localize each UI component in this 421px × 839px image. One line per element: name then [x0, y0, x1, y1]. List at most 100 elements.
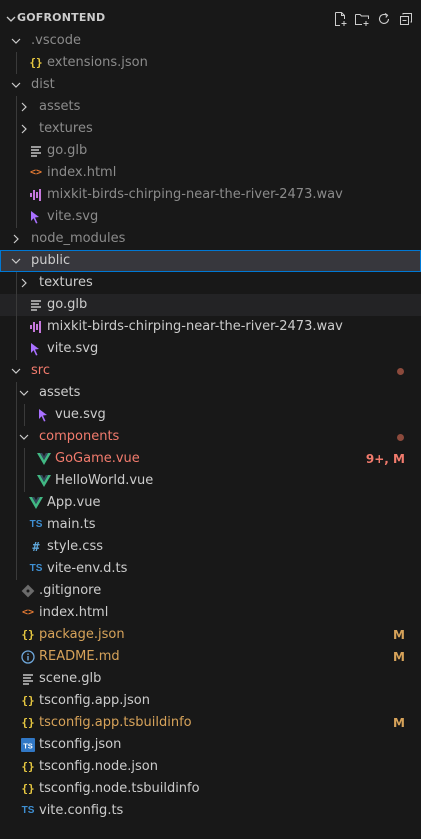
file-extensions-json[interactable]: {} extensions.json [0, 52, 421, 74]
indent-guide [16, 184, 17, 206]
indent-guide [16, 448, 17, 470]
indent-guide [16, 294, 17, 316]
explorer-actions [331, 10, 415, 28]
folder-node-modules[interactable]: node_modules [0, 228, 421, 250]
tree-item-label: textures [39, 275, 93, 290]
tree-item-label: GoGame.vue [55, 451, 140, 466]
generic-file-icon [20, 671, 36, 687]
collapse-all-icon[interactable] [397, 10, 415, 28]
file-readme-md[interactable]: README.md M [0, 646, 421, 668]
refresh-icon[interactable] [375, 10, 393, 28]
file-tsconfig-app-tsbuildinfo[interactable]: {} tsconfig.app.tsbuildinfo M [0, 712, 421, 734]
file-tsconfig-node-tsbuildinfo[interactable]: {} tsconfig.node.tsbuildinfo [0, 778, 421, 800]
file-helloworld-vue[interactable]: HelloWorld.vue [0, 470, 421, 492]
tree-item-label: go.glb [47, 297, 88, 312]
indent-guide [16, 206, 17, 228]
indent-guide [24, 404, 25, 426]
file-vite-config-ts[interactable]: TS vite.config.ts [0, 800, 421, 822]
git-status-badge: 9+, M [365, 452, 405, 466]
folder-src[interactable]: src [0, 360, 421, 382]
file-go-glb[interactable]: go.glb [0, 140, 421, 162]
chevron-down-icon[interactable] [8, 77, 24, 93]
tree-item-label: vite-env.d.ts [47, 561, 128, 576]
chevron-down-icon[interactable] [16, 429, 32, 445]
new-folder-icon[interactable] [353, 10, 371, 28]
file-mixkit-birds-chirping-near-the-river-2473-wav[interactable]: mixkit-birds-chirping-near-the-river-247… [0, 316, 421, 338]
json-file-icon: {} [21, 782, 35, 795]
file-tsconfig-json[interactable]: TS tsconfig.json [0, 734, 421, 756]
indent-guide [24, 470, 25, 492]
modified-dot [397, 434, 404, 441]
folder-assets[interactable]: assets [0, 382, 421, 404]
indent-guide [24, 448, 25, 470]
file-vite-svg[interactable]: vite.svg [0, 338, 421, 360]
file-vue-svg[interactable]: vue.svg [0, 404, 421, 426]
file-style-css[interactable]: # style.css [0, 536, 421, 558]
file-gogame-vue[interactable]: GoGame.vue 9+, M [0, 448, 421, 470]
svg-file-icon [36, 407, 52, 423]
tree-item-label: assets [39, 385, 81, 400]
tree-item-label: tsconfig.app.json [39, 693, 150, 708]
file-main-ts[interactable]: TS main.ts [0, 514, 421, 536]
file-gitignore[interactable]: .gitignore [0, 580, 421, 602]
tree-item-label: main.ts [47, 517, 96, 532]
svg-text:TS: TS [23, 742, 33, 751]
chevron-right-icon[interactable] [16, 275, 32, 291]
html-file-icon: <> [21, 607, 35, 618]
typescript-file-icon: TS [29, 563, 43, 574]
file-go-glb[interactable]: go.glb [0, 294, 421, 316]
file-tsconfig-node-json[interactable]: {} tsconfig.node.json [0, 756, 421, 778]
chevron-right-icon[interactable] [16, 99, 32, 115]
indent-guide [16, 558, 17, 580]
indent-guide [16, 470, 17, 492]
file-tsconfig-app-json[interactable]: {} tsconfig.app.json [0, 690, 421, 712]
chevron-down-icon[interactable] [8, 33, 24, 49]
generic-file-icon [28, 143, 44, 159]
chevron-right-icon[interactable] [8, 231, 24, 247]
vue-file-icon [36, 473, 52, 489]
info-file-icon [20, 649, 36, 665]
tree-item-label: extensions.json [47, 55, 148, 70]
chevron-down-icon[interactable] [16, 385, 32, 401]
json-file-icon: {} [21, 628, 35, 641]
file-package-json[interactable]: {} package.json M [0, 624, 421, 646]
folder-assets[interactable]: assets [0, 96, 421, 118]
explorer-header[interactable]: GOFRONTEND [0, 8, 421, 30]
folder-textures[interactable]: textures [0, 118, 421, 140]
tree-item-label: vue.svg [55, 407, 106, 422]
file-scene-glb[interactable]: scene.glb [0, 668, 421, 690]
git-status-badge: M [393, 650, 405, 664]
folder-vscode[interactable]: .vscode [0, 30, 421, 52]
git-status-badge: M [393, 716, 405, 730]
svg-file-icon [28, 341, 44, 357]
typescript-file-icon: TS [21, 805, 35, 816]
folder-dist[interactable]: dist [0, 74, 421, 96]
folder-public[interactable]: public [0, 250, 421, 272]
tree-item-label: HelloWorld.vue [55, 473, 154, 488]
file-app-vue[interactable]: App.vue [0, 492, 421, 514]
git-file-icon [20, 583, 36, 599]
tree-item-label: index.html [47, 165, 117, 180]
file-index-html[interactable]: <> index.html [0, 162, 421, 184]
file-tree: .vscode {} extensions.json dist assets textur… [0, 30, 421, 822]
chevron-down-icon[interactable] [8, 363, 24, 379]
chevron-down-icon[interactable] [8, 253, 24, 269]
indent-guide [16, 52, 17, 74]
new-file-icon[interactable] [331, 10, 349, 28]
file-index-html[interactable]: <> index.html [0, 602, 421, 624]
tree-item-label: tsconfig.json [39, 737, 122, 752]
chevron-right-icon[interactable] [16, 121, 32, 137]
git-status-badge: M [393, 628, 405, 642]
svg-file-icon [28, 209, 44, 225]
file-mixkit-birds-chirping-near-the-river-2473-wav[interactable]: mixkit-birds-chirping-near-the-river-247… [0, 184, 421, 206]
modified-dot [397, 368, 404, 375]
tree-item-label: src [31, 363, 50, 378]
typescript-file-icon: TS [29, 519, 43, 530]
tsconfig-file-icon: TS [20, 737, 36, 753]
tree-item-label: assets [39, 99, 81, 114]
folder-textures[interactable]: textures [0, 272, 421, 294]
folder-components[interactable]: components [0, 426, 421, 448]
file-vite-env-d-ts[interactable]: TS vite-env.d.ts [0, 558, 421, 580]
file-vite-svg[interactable]: vite.svg [0, 206, 421, 228]
indent-guide [16, 316, 17, 338]
